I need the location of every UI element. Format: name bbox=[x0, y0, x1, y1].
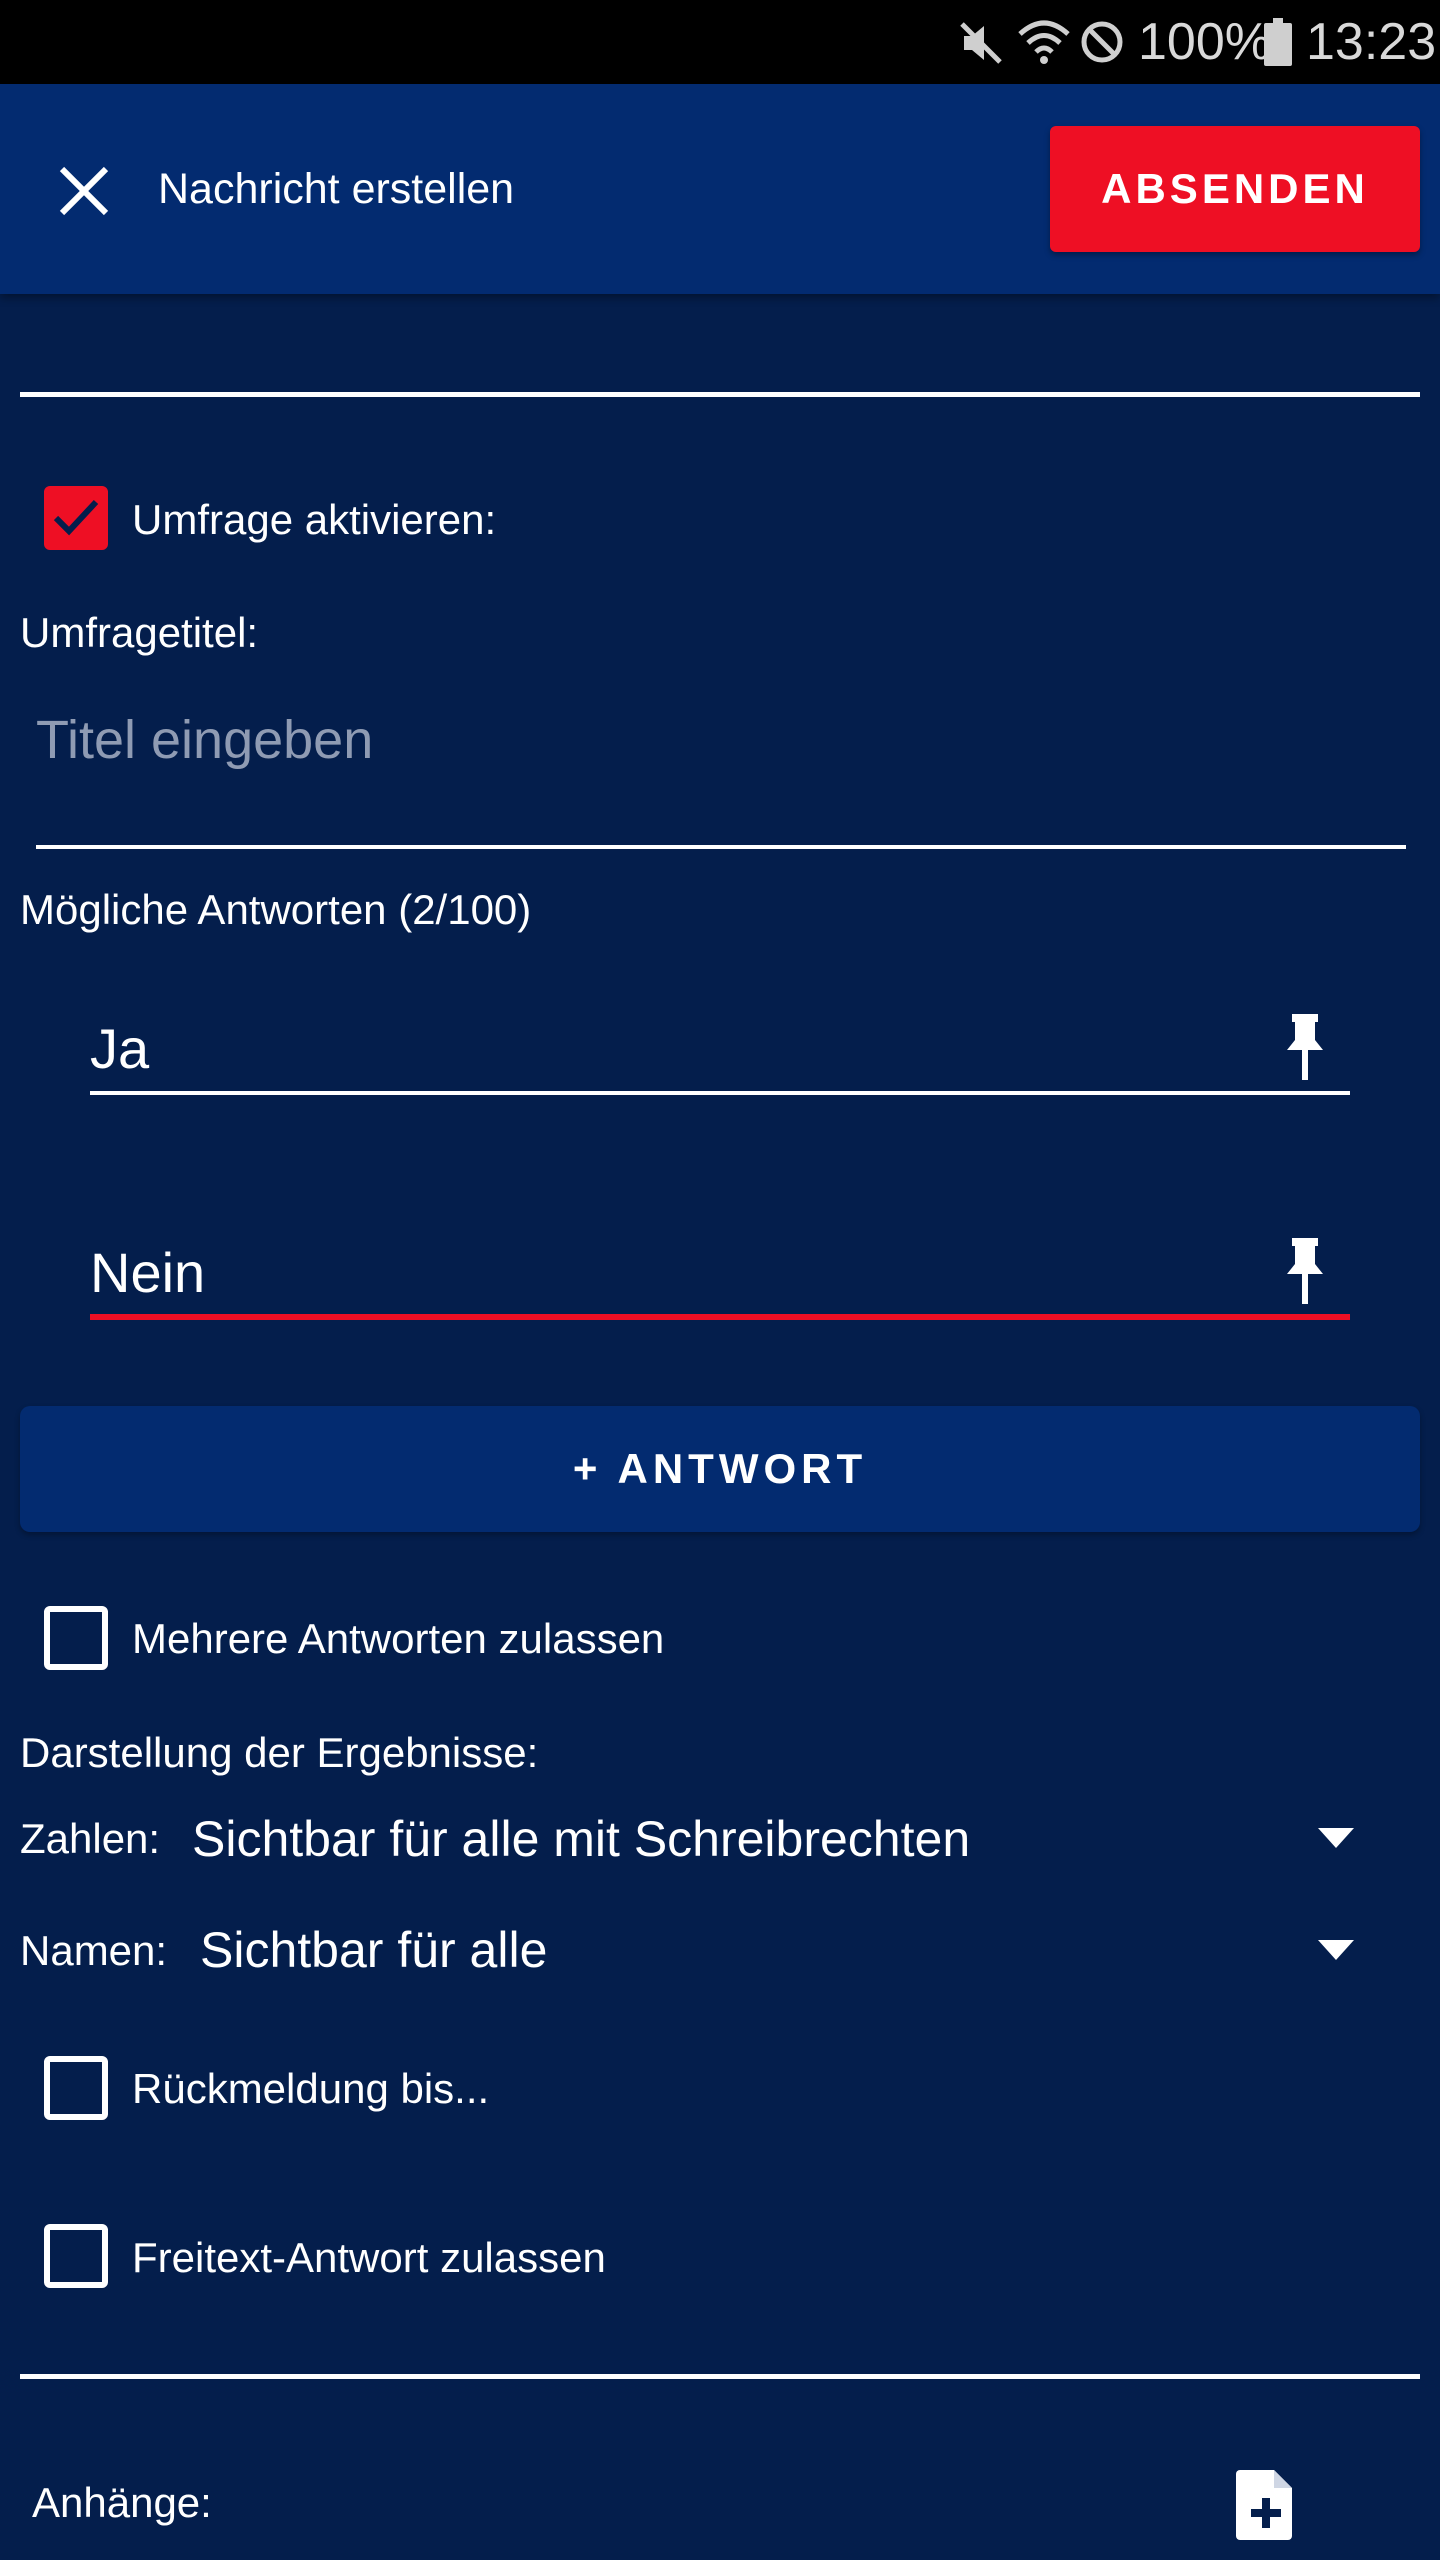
checkmark-icon bbox=[53, 499, 99, 536]
answer-1-underline bbox=[90, 1091, 1350, 1095]
chevron-down-icon[interactable] bbox=[1316, 1826, 1356, 1850]
section-divider bbox=[20, 2374, 1420, 2379]
deadline-checkbox[interactable] bbox=[44, 2056, 108, 2120]
message-input-underline[interactable] bbox=[20, 392, 1420, 397]
names-visibility-select[interactable]: Sichtbar für alle bbox=[200, 1921, 547, 1979]
deadline-label: Rückmeldung bis... bbox=[132, 2065, 490, 2112]
answer-2-underline-focused bbox=[90, 1314, 1350, 1320]
add-file-icon[interactable] bbox=[1234, 2466, 1296, 2542]
multiple-answers-checkbox[interactable] bbox=[44, 1606, 108, 1670]
poll-title-label: Umfragetitel: bbox=[20, 609, 259, 656]
wifi-icon bbox=[1018, 20, 1070, 64]
freetext-checkbox[interactable] bbox=[44, 2224, 108, 2288]
pin-icon[interactable] bbox=[1280, 1012, 1330, 1084]
do-not-disturb-icon bbox=[1081, 21, 1123, 63]
answer-input-1[interactable] bbox=[90, 1008, 1270, 1088]
app-bar: Nachricht erstellen ABSENDEN bbox=[0, 84, 1440, 294]
names-label: Namen: bbox=[20, 1927, 168, 1974]
clock: 13:23 bbox=[1306, 13, 1437, 71]
numbers-visibility-select[interactable]: Sichtbar für alle mit Schreibrechten bbox=[192, 1810, 970, 1868]
results-heading: Darstellung der Ergebnisse: bbox=[20, 1729, 539, 1776]
battery-icon bbox=[1264, 18, 1292, 66]
attachments-label: Anhänge: bbox=[32, 2479, 212, 2526]
poll-title-underline bbox=[36, 845, 1406, 849]
multiple-answers-label: Mehrere Antworten zulassen bbox=[132, 1615, 665, 1662]
enable-poll-checkbox[interactable] bbox=[44, 486, 108, 550]
enable-poll-label: Umfrage aktivieren: bbox=[132, 496, 497, 543]
pin-icon[interactable] bbox=[1280, 1236, 1330, 1308]
add-answer-button[interactable]: + ANTWORT bbox=[20, 1406, 1420, 1532]
page-title: Nachricht erstellen bbox=[158, 165, 515, 213]
status-bar: 100% 13:23 bbox=[0, 0, 1440, 84]
answers-label: Mögliche Antworten (2/100) bbox=[20, 886, 532, 933]
chevron-down-icon[interactable] bbox=[1316, 1938, 1356, 1962]
freetext-label: Freitext-Antwort zulassen bbox=[132, 2234, 606, 2281]
numbers-label: Zahlen: bbox=[20, 1815, 161, 1862]
mute-icon bbox=[960, 22, 1002, 64]
close-icon[interactable] bbox=[54, 161, 114, 221]
answer-input-2[interactable] bbox=[90, 1232, 1270, 1312]
send-button[interactable]: ABSENDEN bbox=[1050, 126, 1420, 252]
battery-percent: 100% bbox=[1138, 13, 1271, 71]
poll-title-input[interactable] bbox=[36, 700, 1406, 780]
